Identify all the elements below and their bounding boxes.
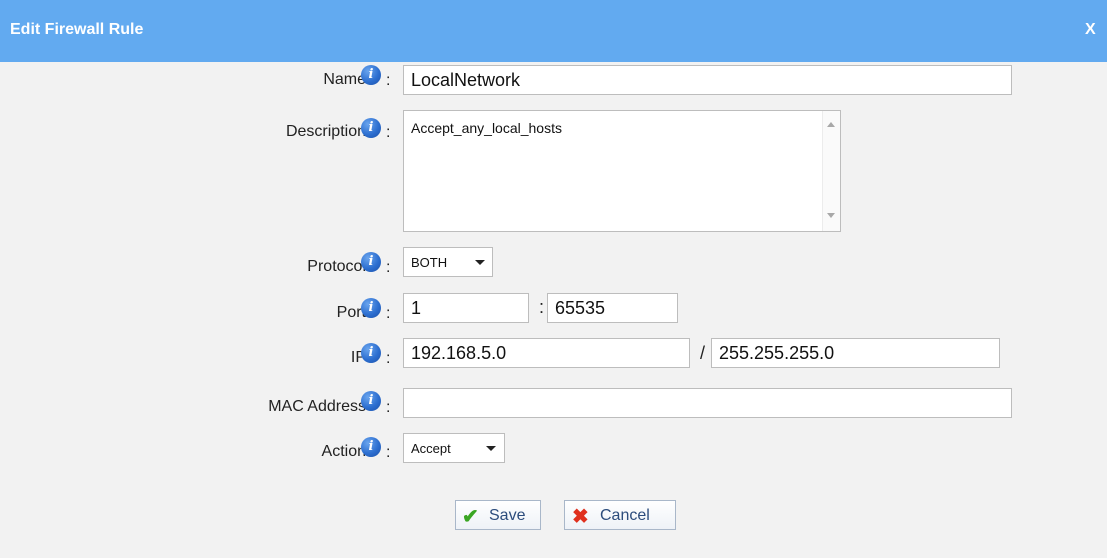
protocol-colon: : [386, 259, 391, 276]
action-value: Accept [411, 441, 451, 456]
description-info-icon[interactable]: i [361, 118, 381, 138]
action-colon: : [386, 444, 391, 461]
protocol-label: Protocol [307, 258, 366, 275]
ip-separator: / [700, 343, 706, 363]
ip-mask-input[interactable]: 255.255.255.0 [711, 338, 1000, 368]
name-label: Name [323, 71, 366, 88]
chevron-down-icon [486, 446, 496, 451]
protocol-value: BOTH [411, 255, 448, 270]
mac-address-colon: : [386, 399, 391, 416]
chevron-down-icon [475, 260, 485, 265]
protocol-select[interactable]: BOTH [403, 247, 493, 277]
dialog-titlebar: Edit Firewall Rule X [0, 0, 1107, 62]
description-text: Accept_any_local_hosts [411, 120, 562, 136]
close-button[interactable]: X [1085, 21, 1096, 39]
name-info-icon[interactable]: i [361, 65, 381, 85]
ip-address-input[interactable]: 192.168.5.0 [403, 338, 690, 368]
port-separator: : [539, 297, 545, 317]
dialog-title: Edit Firewall Rule [10, 21, 144, 38]
description-textarea[interactable]: Accept_any_local_hosts [403, 110, 841, 232]
scroll-down-icon[interactable] [827, 213, 835, 218]
description-label: Description [285, 123, 366, 140]
cancel-button-label: Cancel [600, 507, 650, 524]
action-select[interactable]: Accept [403, 433, 505, 463]
port-info-icon[interactable]: i [361, 298, 381, 318]
save-button[interactable]: ✔ Save [455, 500, 541, 530]
mac-address-label: MAC Address [268, 398, 366, 415]
x-icon: ✖ [572, 506, 589, 528]
ip-colon: : [386, 350, 391, 367]
port-from-input[interactable]: 1 [403, 293, 529, 323]
name-colon: : [386, 72, 391, 89]
check-icon: ✔ [462, 506, 479, 528]
port-to-input[interactable]: 65535 [547, 293, 678, 323]
dialog-body: Name i : LocalNetwork Description i : Ac… [0, 62, 1107, 558]
description-scrollbar[interactable] [822, 111, 840, 231]
mac-address-info-icon[interactable]: i [361, 391, 381, 411]
protocol-info-icon[interactable]: i [361, 252, 381, 272]
description-colon: : [386, 124, 391, 141]
ip-info-icon[interactable]: i [361, 343, 381, 363]
save-button-label: Save [489, 507, 526, 524]
action-info-icon[interactable]: i [361, 437, 381, 457]
name-input[interactable]: LocalNetwork [403, 65, 1012, 95]
action-label: Action [321, 443, 366, 460]
scroll-up-icon[interactable] [827, 122, 835, 127]
mac-address-input[interactable] [403, 388, 1012, 418]
port-colon: : [386, 305, 391, 322]
cancel-button[interactable]: ✖ Cancel [564, 500, 676, 530]
